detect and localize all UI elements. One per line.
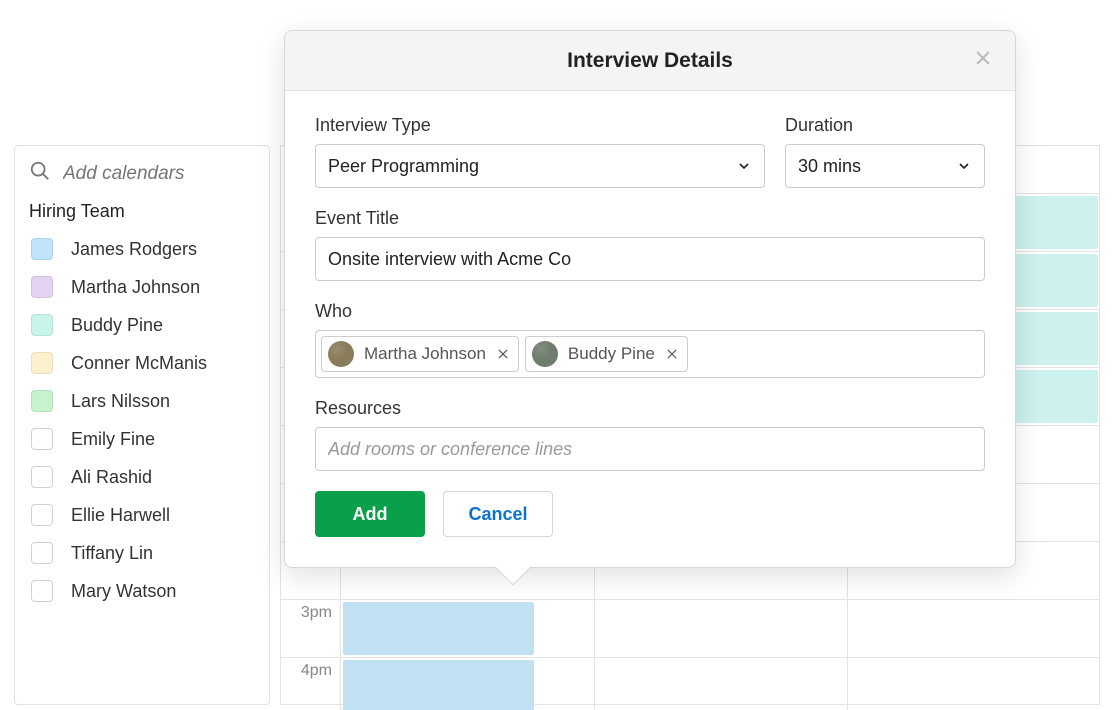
who-chip-label: Buddy Pine bbox=[568, 344, 655, 364]
duration-value: 30 mins bbox=[798, 156, 861, 177]
calendar-item-label: Ali Rashid bbox=[71, 467, 152, 488]
who-label: Who bbox=[315, 301, 985, 322]
modal-body: Interview Type Peer Programming Duration… bbox=[285, 91, 1015, 567]
event-title-input[interactable] bbox=[316, 238, 984, 280]
calendar-event-block[interactable] bbox=[343, 660, 534, 710]
calendar-item[interactable]: Emily Fine bbox=[29, 424, 255, 454]
calendar-item[interactable]: Ali Rashid bbox=[29, 462, 255, 492]
calendar-item-label: Tiffany Lin bbox=[71, 543, 153, 564]
calendar-checkbox[interactable] bbox=[31, 390, 53, 412]
interview-details-modal: Interview Details Interview Type Peer Pr… bbox=[284, 30, 1016, 568]
sidebar-section-title: Hiring Team bbox=[29, 201, 255, 222]
calendar-time-label: 4pm bbox=[281, 658, 341, 710]
calendar-row: 4pm bbox=[281, 658, 1099, 710]
calendar-item-label: James Rodgers bbox=[71, 239, 197, 260]
calendar-checkbox[interactable] bbox=[31, 352, 53, 374]
calendar-cell[interactable] bbox=[847, 600, 1100, 657]
interview-type-select[interactable]: Peer Programming bbox=[315, 144, 765, 188]
event-title-input-wrap bbox=[315, 237, 985, 281]
add-button[interactable]: Add bbox=[315, 491, 425, 537]
interview-type-label: Interview Type bbox=[315, 115, 765, 136]
resources-input[interactable] bbox=[316, 428, 984, 470]
calendar-item[interactable]: Tiffany Lin bbox=[29, 538, 255, 568]
calendar-cell[interactable] bbox=[341, 658, 594, 710]
who-chip: Buddy Pine bbox=[525, 336, 688, 372]
duration-label: Duration bbox=[785, 115, 985, 136]
calendar-item-label: Ellie Harwell bbox=[71, 505, 170, 526]
calendar-item-label: Mary Watson bbox=[71, 581, 176, 602]
modal-header: Interview Details bbox=[285, 31, 1015, 91]
who-input[interactable]: Martha Johnson Buddy Pine bbox=[315, 330, 985, 378]
modal-actions: Add Cancel bbox=[315, 491, 985, 537]
calendar-cell[interactable] bbox=[847, 658, 1100, 710]
calendar-item[interactable]: Ellie Harwell bbox=[29, 500, 255, 530]
calendar-item-label: Conner McManis bbox=[71, 353, 207, 374]
calendar-item[interactable]: Lars Nilsson bbox=[29, 386, 255, 416]
avatar bbox=[532, 341, 558, 367]
calendar-item-label: Lars Nilsson bbox=[71, 391, 170, 412]
calendar-search[interactable] bbox=[29, 160, 255, 187]
avatar bbox=[328, 341, 354, 367]
who-chip-remove[interactable] bbox=[665, 347, 679, 361]
close-button[interactable] bbox=[969, 47, 997, 75]
calendar-search-input[interactable] bbox=[63, 163, 255, 185]
calendar-checkbox[interactable] bbox=[31, 428, 53, 450]
calendar-checkbox[interactable] bbox=[31, 504, 53, 526]
calendar-item[interactable]: Buddy Pine bbox=[29, 310, 255, 340]
interview-type-value: Peer Programming bbox=[328, 156, 479, 177]
calendar-item[interactable]: Martha Johnson bbox=[29, 272, 255, 302]
calendar-item[interactable]: Mary Watson bbox=[29, 576, 255, 606]
calendar-item-label: Martha Johnson bbox=[71, 277, 200, 298]
event-title-label: Event Title bbox=[315, 208, 985, 229]
calendar-row: 3pm bbox=[281, 600, 1099, 658]
calendar-checkbox[interactable] bbox=[31, 542, 53, 564]
calendar-list: James Rodgers Martha Johnson Buddy Pine Con… bbox=[29, 234, 255, 606]
modal-title: Interview Details bbox=[567, 49, 733, 73]
calendar-cell[interactable] bbox=[594, 600, 847, 657]
calendar-item-label: Emily Fine bbox=[71, 429, 155, 450]
calendar-event-block[interactable] bbox=[343, 602, 534, 655]
calendars-sidebar: Hiring Team James Rodgers Martha Johnson B… bbox=[14, 145, 270, 705]
resources-input-wrap bbox=[315, 427, 985, 471]
calendar-checkbox[interactable] bbox=[31, 580, 53, 602]
calendar-cell[interactable] bbox=[341, 600, 594, 657]
search-icon bbox=[29, 160, 51, 187]
calendar-checkbox[interactable] bbox=[31, 276, 53, 298]
chevron-down-icon bbox=[736, 158, 752, 174]
who-chip: Martha Johnson bbox=[321, 336, 519, 372]
calendar-cell[interactable] bbox=[594, 658, 847, 710]
chevron-down-icon bbox=[956, 158, 972, 174]
calendar-checkbox[interactable] bbox=[31, 238, 53, 260]
calendar-item[interactable]: Conner McManis bbox=[29, 348, 255, 378]
who-chip-label: Martha Johnson bbox=[364, 344, 486, 364]
cancel-button[interactable]: Cancel bbox=[443, 491, 553, 537]
duration-select[interactable]: 30 mins bbox=[785, 144, 985, 188]
calendar-checkbox[interactable] bbox=[31, 466, 53, 488]
calendar-item-label: Buddy Pine bbox=[71, 315, 163, 336]
calendar-checkbox[interactable] bbox=[31, 314, 53, 336]
close-icon bbox=[973, 48, 993, 73]
resources-label: Resources bbox=[315, 398, 985, 419]
calendar-item[interactable]: James Rodgers bbox=[29, 234, 255, 264]
calendar-time-label: 3pm bbox=[281, 600, 341, 657]
who-chip-remove[interactable] bbox=[496, 347, 510, 361]
